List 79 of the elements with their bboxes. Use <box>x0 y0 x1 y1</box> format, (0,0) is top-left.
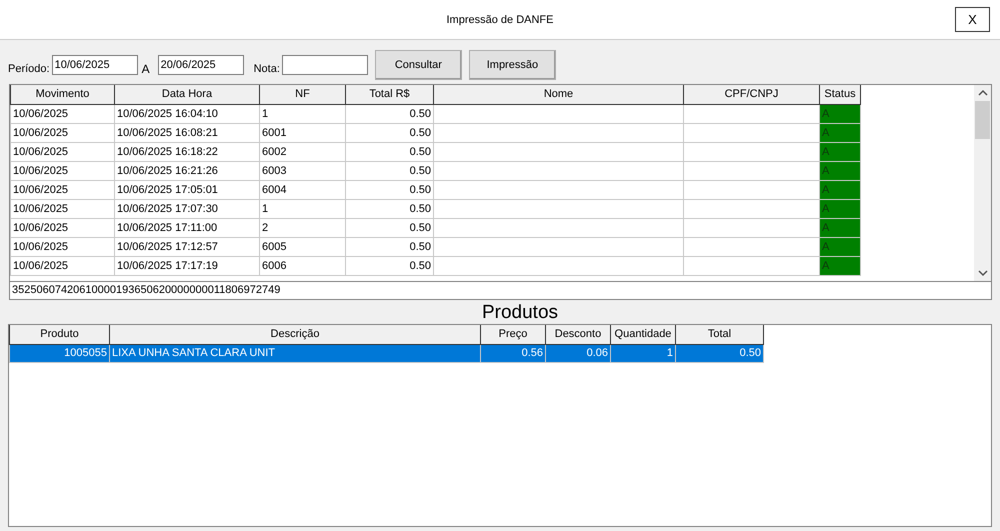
table-cell: 10/06/2025 17:07:30 <box>114 199 260 218</box>
table-cell: 0.50 <box>346 180 434 199</box>
print-button[interactable]: Impressão <box>468 50 556 80</box>
table-cell: 6005 <box>260 237 346 256</box>
table-cell: 10/06/2025 <box>10 256 114 275</box>
column-header[interactable]: Descrição <box>110 325 480 344</box>
note-label: Nota: <box>254 63 280 75</box>
status-cell: A <box>820 199 860 218</box>
table-cell: 10/06/2025 <box>10 142 114 161</box>
scrollbar-thumb[interactable] <box>975 101 990 139</box>
table-cell: 0.50 <box>346 199 434 218</box>
product-row[interactable]: 1005055 LIXA UNHA SANTA CLARA UNIT 0.56 0.06 1 0.50 <box>10 344 764 362</box>
note-field[interactable] <box>282 55 368 75</box>
table-cell: 1 <box>260 199 346 218</box>
column-header[interactable]: Nome <box>434 85 684 104</box>
table-cell: 6002 <box>260 142 346 161</box>
table-cell: 10/06/2025 17:17:19 <box>114 256 260 275</box>
table-cell: 0.50 <box>346 104 434 123</box>
table-cell: 0.56 <box>480 344 546 362</box>
table-cell: 0.50 <box>346 142 434 161</box>
table-cell: 6003 <box>260 161 346 180</box>
table-cell: 10/06/2025 17:11:00 <box>114 218 260 237</box>
column-header[interactable]: Movimento <box>10 85 114 104</box>
table-cell: 6004 <box>260 180 346 199</box>
table-cell: 10/06/2025 17:12:57 <box>114 237 260 256</box>
status-cell: A <box>820 142 860 161</box>
table-cell: 10/06/2025 16:08:21 <box>114 123 260 142</box>
status-cell: A <box>820 256 860 275</box>
column-header[interactable]: Desconto <box>546 325 610 344</box>
table-cell: 0.50 <box>346 123 434 142</box>
table-cell: 1 <box>610 344 676 362</box>
column-header[interactable]: Total <box>676 325 764 344</box>
table-cell: 6006 <box>260 256 346 275</box>
column-header[interactable]: NF <box>260 85 346 104</box>
table-cell: 0.50 <box>346 161 434 180</box>
table-cell: 10/06/2025 <box>10 237 114 256</box>
table-cell: 0.50 <box>346 237 434 256</box>
separator-label: A <box>142 62 150 76</box>
table-cell: 10/06/2025 <box>10 218 114 237</box>
table-cell: 1 <box>260 104 346 123</box>
close-button[interactable]: X <box>955 7 990 32</box>
table-cell: 10/06/2025 <box>10 199 114 218</box>
column-header[interactable]: Total R$ <box>346 85 434 104</box>
status-cell: A <box>820 237 860 256</box>
search-button[interactable]: Consultar <box>374 50 462 80</box>
table-cell: 10/06/2025 <box>10 161 114 180</box>
table-cell: 10/06/2025 16:21:26 <box>114 161 260 180</box>
status-cell: A <box>820 123 860 142</box>
table-cell: 10/06/2025 16:18:22 <box>114 142 260 161</box>
table-cell: 0.50 <box>346 256 434 275</box>
table-cell: 10/06/2025 <box>10 123 114 142</box>
status-cell: A <box>820 104 860 123</box>
table-cell: 10/06/2025 17:05:01 <box>114 180 260 199</box>
date-from-field[interactable]: 10/06/2025 <box>52 55 138 75</box>
column-header[interactable]: Status <box>820 85 860 104</box>
window-title: Impressão de DANFE <box>446 14 554 26</box>
table-cell: 0.06 <box>546 344 610 362</box>
products-title: Produtos <box>480 301 560 324</box>
column-header[interactable]: Data Hora <box>114 85 260 104</box>
table-cell: 1005055 <box>10 344 110 362</box>
table-cell: 10/06/2025 <box>10 180 114 199</box>
date-to-field[interactable]: 20/06/2025 <box>158 55 244 75</box>
table-cell: 0.50 <box>346 218 434 237</box>
column-header[interactable]: Produto <box>10 325 110 344</box>
status-cell: A <box>820 161 860 180</box>
column-header[interactable]: Preço <box>480 325 546 344</box>
table-cell: 10/06/2025 16:04:10 <box>114 104 260 123</box>
period-label: Período: <box>8 63 50 75</box>
table-cell: LIXA UNHA SANTA CLARA UNIT <box>110 344 480 362</box>
table-cell: 10/06/2025 <box>10 104 114 123</box>
column-header[interactable]: Quantidade <box>610 325 676 344</box>
table-cell: 2 <box>260 218 346 237</box>
status-cell: A <box>820 180 860 199</box>
scrollbar[interactable] <box>974 85 991 281</box>
table-cell: 6001 <box>260 123 346 142</box>
access-key-text: 35250607420610000193650620000000011806972749 <box>10 281 991 299</box>
column-header[interactable]: CPF/CNPJ <box>684 85 820 104</box>
table-cell: 0.50 <box>676 344 764 362</box>
status-cell: A <box>820 218 860 237</box>
